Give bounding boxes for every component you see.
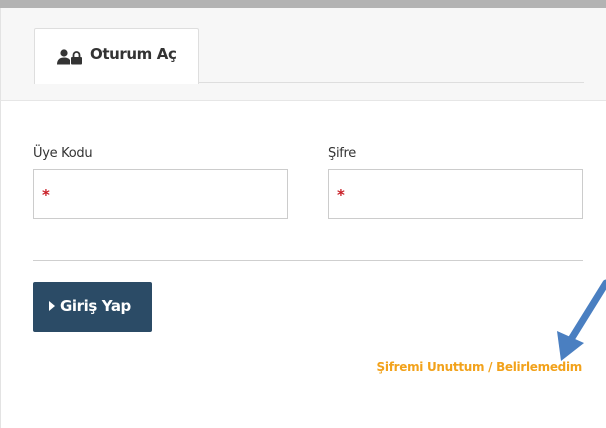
login-button-label: Giriş Yap	[60, 297, 131, 315]
form-divider	[33, 260, 583, 261]
top-border	[0, 0, 606, 8]
password-label: Şifre	[328, 146, 356, 161]
tab-login-label: Oturum Aç	[90, 45, 177, 63]
annotation-arrow-icon	[557, 279, 606, 361]
caret-right-icon	[49, 301, 55, 311]
member-code-field[interactable]: *	[33, 169, 288, 219]
tab-header: Oturum Aç	[0, 8, 606, 101]
user-lock-icon	[57, 49, 82, 65]
required-marker: *	[337, 186, 345, 204]
member-code-label: Üye Kodu	[33, 146, 93, 161]
password-field[interactable]: *	[328, 169, 583, 219]
member-code-input[interactable]	[56, 170, 279, 218]
login-button[interactable]: Giriş Yap	[33, 282, 152, 332]
tab-baseline	[198, 82, 584, 83]
password-input[interactable]	[351, 170, 574, 218]
tab-login[interactable]: Oturum Aç	[34, 28, 199, 84]
required-marker: *	[42, 186, 50, 204]
